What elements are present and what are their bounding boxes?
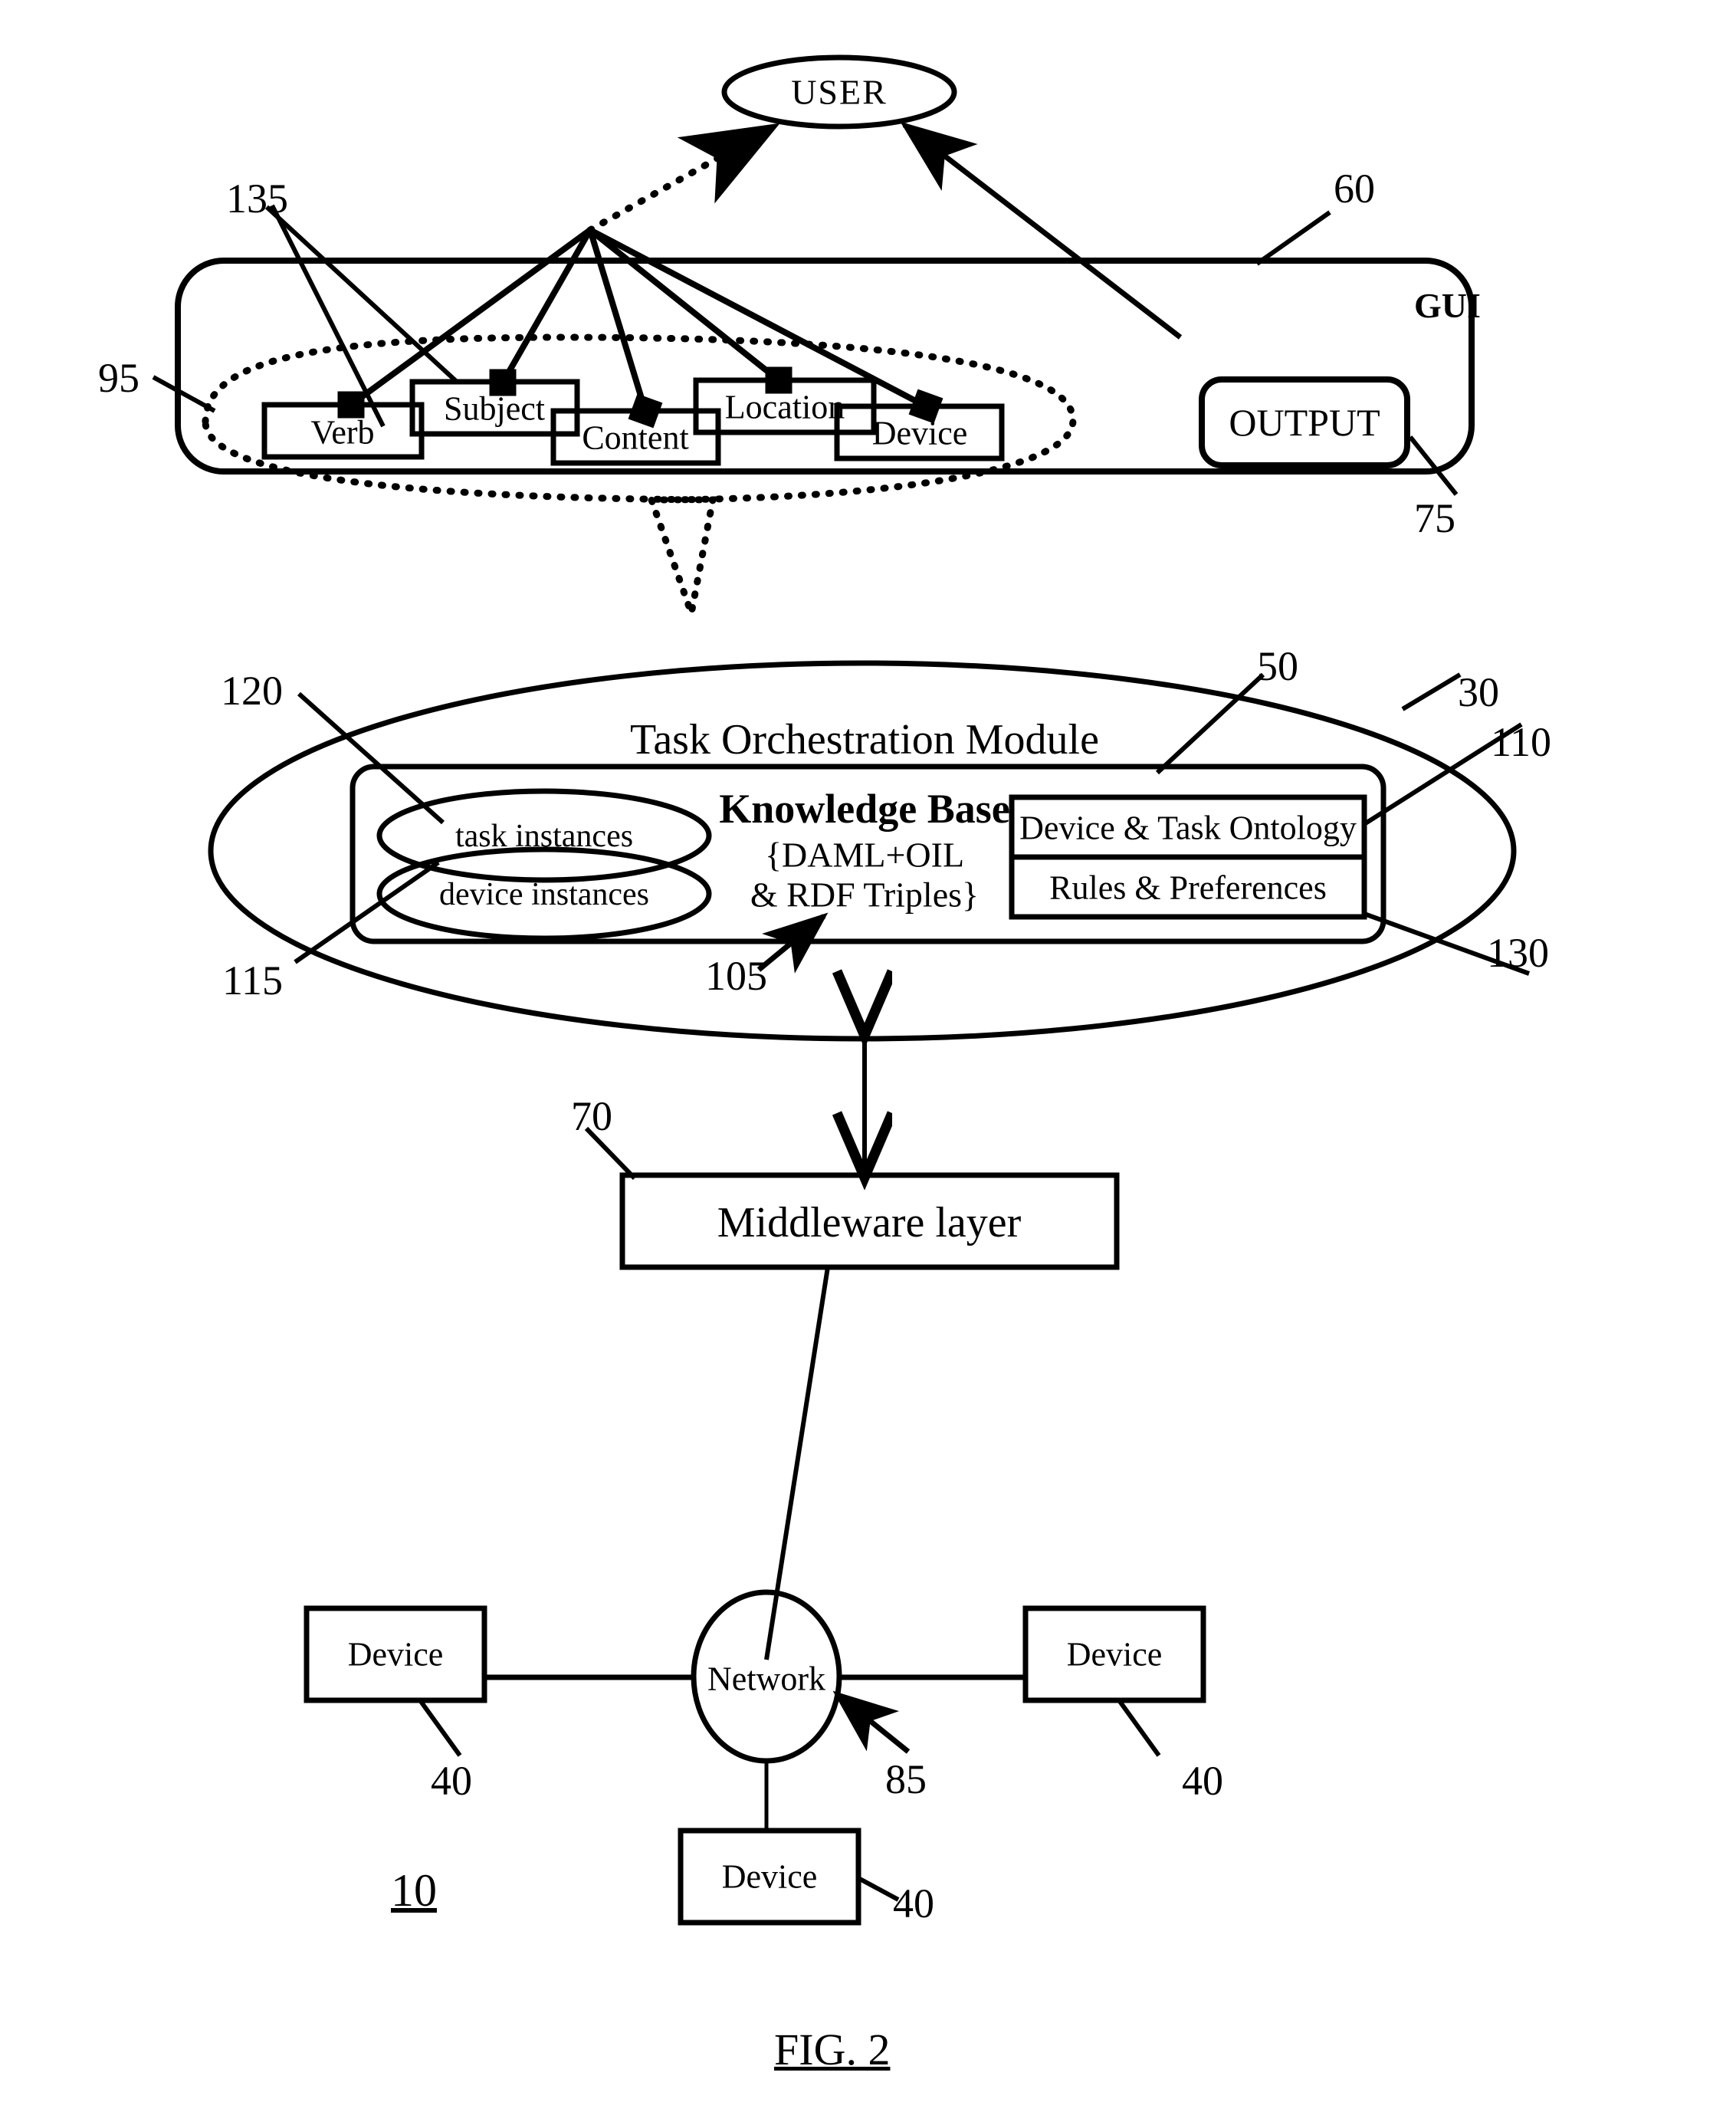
fan-line-location xyxy=(588,227,781,383)
ontology-label-device-task: Device & Task Ontology xyxy=(1019,809,1357,847)
field-label-content[interactable]: Content xyxy=(582,419,688,458)
device-label-left: Device xyxy=(347,1635,444,1673)
leader-135-a xyxy=(270,204,386,428)
leader-85-arrow xyxy=(832,1690,911,1754)
ref-30: 30 xyxy=(1458,669,1499,715)
device-label-bottom: Device xyxy=(721,1857,818,1896)
leader-115 xyxy=(294,860,440,964)
gui-label: GUI xyxy=(1414,286,1481,325)
ref-40-bottom: 40 xyxy=(893,1880,934,1926)
ref-75: 75 xyxy=(1414,495,1455,541)
middleware-label: Middleware layer xyxy=(717,1199,1022,1246)
ref-70: 70 xyxy=(571,1093,612,1139)
figure-canvas: USER 135 60 95 75 GUI Verb Subject Conte… xyxy=(0,0,1736,2102)
field-label-verb[interactable]: Verb xyxy=(310,413,374,452)
device-instances-label: device instances xyxy=(438,877,650,912)
ref-135: 135 xyxy=(226,176,288,222)
leader-30 xyxy=(1401,672,1462,711)
device-label-right: Device xyxy=(1066,1635,1163,1673)
ref-85: 85 xyxy=(885,1756,927,1802)
leader-60 xyxy=(1255,210,1331,266)
user-label: USER xyxy=(791,72,888,112)
knowledge-base-subtitle-1: {DAML+OIL xyxy=(764,835,965,875)
gui-callout-balloon xyxy=(202,333,1077,627)
network-label: Network xyxy=(707,1660,825,1698)
leader-40-left xyxy=(418,1699,462,1757)
ref-50: 50 xyxy=(1257,643,1298,689)
ref-115: 115 xyxy=(222,957,283,1003)
knowledge-base-subtitle-2: & RDF Triples} xyxy=(750,875,980,915)
ref-40-left: 40 xyxy=(431,1758,472,1804)
system-ref-10: 10 xyxy=(391,1865,437,1916)
knowledge-base-title: Knowledge Base xyxy=(719,786,1010,832)
leader-50 xyxy=(1155,672,1265,775)
field-label-location[interactable]: Location xyxy=(725,388,845,427)
figure-caption: FIG. 2 xyxy=(774,2025,891,2074)
ref-60: 60 xyxy=(1334,166,1375,212)
fan-line-subject xyxy=(500,228,593,384)
leader-95 xyxy=(152,375,216,413)
ref-120: 120 xyxy=(221,668,283,714)
ref-95: 95 xyxy=(98,355,139,401)
task-instances-label: task instances xyxy=(455,819,634,854)
ref-105: 105 xyxy=(705,953,767,999)
leader-135-b xyxy=(264,205,459,384)
ref-130: 130 xyxy=(1487,930,1549,976)
task-orchestration-title: Task Orchestration Module xyxy=(630,716,1099,764)
fan-to-user-dotted-arrow xyxy=(586,123,780,234)
field-label-device[interactable]: Device xyxy=(872,414,968,453)
leader-40-right xyxy=(1117,1699,1161,1757)
ref-40-right: 40 xyxy=(1182,1758,1223,1804)
ontology-label-rules-prefs: Rules & Preferences xyxy=(1049,869,1327,907)
output-to-user-arrow xyxy=(900,121,1183,340)
field-label-subject[interactable]: Subject xyxy=(444,389,545,429)
output-label: OUTPUT xyxy=(1229,401,1380,444)
ref-110: 110 xyxy=(1491,719,1551,765)
